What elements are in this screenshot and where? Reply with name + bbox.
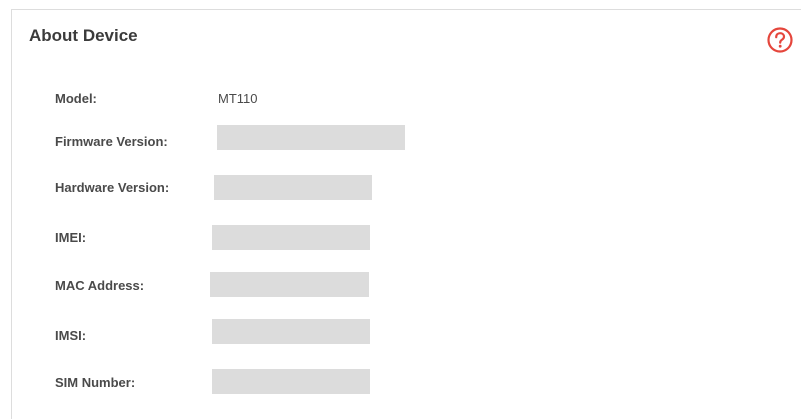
help-icon[interactable] [767,27,793,53]
sim-row: SIM Number: [12,369,801,395]
imsi-label: IMSI: [55,328,87,343]
imei-value-redacted [212,225,370,250]
firmware-row: Firmware Version: [12,125,801,154]
about-device-panel: About Device Model: MT110 Firmware Versi… [11,9,801,419]
model-row: Model: MT110 [12,87,801,111]
imei-label: IMEI: [55,230,87,245]
model-value: MT110 [218,91,258,106]
mac-value-redacted [210,272,369,297]
imsi-value-redacted [212,319,370,344]
sim-value-redacted [212,369,370,394]
sim-label: SIM Number: [55,375,136,390]
firmware-value-redacted [217,125,405,150]
imei-row: IMEI: [12,225,801,250]
firmware-label: Firmware Version: [55,134,168,149]
imsi-row: IMSI: [12,319,801,348]
hardware-label: Hardware Version: [55,180,170,195]
model-label: Model: [55,91,97,106]
hardware-row: Hardware Version: [12,175,801,200]
panel-title: About Device [29,26,138,45]
hardware-value-redacted [214,175,372,200]
mac-label: MAC Address: [55,278,145,293]
mac-row: MAC Address: [12,272,801,298]
